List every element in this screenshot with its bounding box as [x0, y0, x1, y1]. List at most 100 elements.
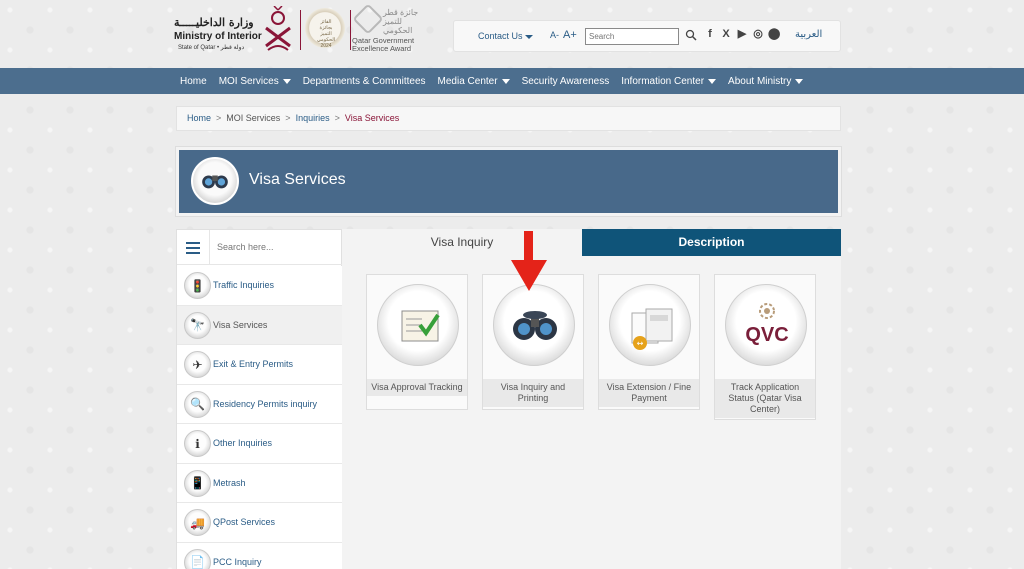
sidebar-item-metrash[interactable]: 📱 Metrash — [177, 463, 343, 503]
svg-text:↔: ↔ — [637, 339, 644, 348]
instagram-icon[interactable]: ◎ — [752, 27, 764, 41]
breadcrumb-moi-services[interactable]: MOI Services — [226, 113, 280, 123]
x-twitter-icon[interactable]: X — [720, 27, 732, 41]
nav-item-label: Security Awareness — [521, 75, 610, 87]
service-card-label: Track Application Status (Qatar Visa Cen… — [715, 379, 815, 418]
sidebar-header: Search here... — [177, 230, 343, 265]
nav-item-label: MOI Services — [218, 75, 279, 87]
contact-us-dropdown[interactable]: Contact Us — [478, 31, 533, 41]
sidebar-item-label: QPost Services — [213, 517, 276, 527]
nav-item-media-center[interactable]: Media Center — [432, 68, 516, 94]
certificate-icon: 📄 — [184, 548, 211, 569]
award-name-en: Qatar Government Excellence Award — [352, 36, 415, 53]
caret-down-icon — [282, 78, 291, 84]
sidebar-item-visa-services[interactable]: 🔭 Visa Services — [177, 305, 343, 345]
menu-icon[interactable] — [177, 230, 210, 265]
logo-divider — [350, 10, 351, 50]
sidebar-item-label: Exit & Entry Permits — [213, 359, 294, 369]
search-input[interactable] — [585, 28, 679, 45]
binoculars-icon — [493, 284, 575, 366]
breadcrumb-current: Visa Services — [344, 113, 400, 123]
sidebar-item-exit-entry-permits[interactable]: ✈ Exit & Entry Permits — [177, 345, 343, 385]
magnifier-card-icon: 🔍 — [184, 390, 211, 418]
sidebar-item-label: Traffic Inquiries — [213, 280, 275, 290]
font-decrease-button[interactable]: A- — [550, 30, 559, 40]
checklist-icon — [377, 284, 459, 366]
social-links: f X ▶ ◎ ⬤ — [704, 27, 780, 45]
nav-item-security-awareness[interactable]: Security Awareness — [516, 68, 616, 94]
nav-item-information-center[interactable]: Information Center — [615, 68, 722, 94]
facebook-icon[interactable]: f — [704, 27, 716, 41]
sidebar-item-other-inquiries[interactable]: ℹ Other Inquiries — [177, 424, 343, 464]
breadcrumb-inquiries-link[interactable]: Inquiries — [296, 113, 330, 123]
nav-item-departments[interactable]: Departments & Committees — [297, 68, 432, 94]
award-diamond-icon — [352, 3, 384, 35]
main-nav: Home MOI Services Departments & Committe… — [0, 68, 1024, 94]
services-panel: Visa Inquiry Description Visa Approval T… — [342, 229, 841, 569]
caret-down-icon — [501, 78, 510, 84]
caret-down-icon — [708, 78, 717, 84]
nav-item-label: Departments & Committees — [302, 75, 426, 87]
service-card-visa-extension-fine[interactable]: ↔ Visa Extension / Fine Payment — [598, 274, 700, 410]
sidebar-item-label: Other Inquiries — [213, 438, 273, 448]
sidebar-search-input[interactable]: Search here... — [217, 242, 274, 252]
utility-bar: Contact Us A- A+ f X ▶ ◎ ⬤ العربية — [453, 20, 841, 52]
nav-item-label: Media Center — [437, 75, 498, 87]
phone-icon: 📱 — [184, 469, 211, 497]
document-payment-icon: ↔ — [609, 284, 691, 366]
binoculars-icon — [191, 157, 239, 205]
font-size-controls: A- A+ — [550, 29, 581, 41]
breadcrumb-separator: > — [285, 113, 291, 123]
service-card-visa-inquiry-printing[interactable]: Visa Inquiry and Printing — [482, 274, 584, 410]
breadcrumb-separator: > — [216, 113, 222, 123]
service-card-visa-approval-tracking[interactable]: Visa Approval Tracking — [366, 274, 468, 410]
breadcrumb: Home > MOI Services > Inquiries > Visa Service… — [176, 106, 841, 131]
sidebar-list: 🚦 Traffic Inquiries 🔭 Visa Services ✈ Ex… — [177, 266, 343, 569]
sidebar-item-traffic-inquiries[interactable]: 🚦 Traffic Inquiries — [177, 266, 343, 306]
logo-divider — [300, 10, 301, 50]
font-increase-button[interactable]: A+ — [563, 29, 577, 41]
breadcrumb-home-link[interactable]: Home — [187, 113, 211, 123]
sidebar-item-label: Visa Services — [213, 319, 268, 330]
page-banner-inner: Visa Services — [179, 150, 838, 213]
site-header: وزارة الداخليـــــة Ministry of Interior… — [0, 0, 1024, 68]
pointer-arrow-shaft — [524, 231, 533, 261]
plane-icon: ✈ — [184, 351, 211, 378]
traffic-light-icon: 🚦 — [184, 272, 211, 299]
binoculars-icon: 🔭 — [184, 311, 211, 339]
moi-logo[interactable]: وزارة الداخليـــــة Ministry of Interior… — [174, 3, 424, 56]
info-icon: ℹ — [184, 430, 211, 457]
language-switch-link[interactable]: العربية — [795, 29, 822, 40]
nav-item-about-ministry[interactable]: About Ministry — [722, 68, 809, 94]
qvc-logo-text: QVC — [745, 324, 789, 346]
nav-item-home[interactable]: Home — [174, 68, 213, 94]
snapchat-icon[interactable]: ⬤ — [768, 27, 780, 41]
youtube-icon[interactable]: ▶ — [736, 27, 748, 41]
service-card-track-application-qvc[interactable]: QVC Track Application Status (Qatar Visa… — [714, 274, 816, 420]
chevron-down-icon — [524, 34, 533, 39]
nav-item-label: Home — [180, 75, 207, 87]
award-name-ar: جائزة قطر للتميز الحكومي — [383, 8, 419, 35]
tab-visa-inquiry[interactable]: Visa Inquiry — [342, 229, 582, 256]
nav-items: Home MOI Services Departments & Committe… — [174, 68, 809, 94]
ministry-name-ar: وزارة الداخليـــــة — [174, 16, 254, 29]
sidebar-item-label: PCC Inquiry — [213, 556, 262, 567]
sidebar-item-qpost-services[interactable]: 🚚 QPost Services — [177, 503, 343, 543]
service-card-label: Visa Approval Tracking — [367, 379, 467, 396]
page-banner: Visa Services — [175, 146, 842, 217]
qvc-logo-icon: QVC — [725, 284, 807, 366]
sidebar-item-label: Metrash — [213, 477, 246, 488]
seal-text: الفائز بجائزة التميز الحكومي 2024 — [316, 19, 336, 49]
sidebar-item-residency-permits[interactable]: 🔍 Residency Permits inquiry — [177, 384, 343, 424]
sidebar-item-label: Residency Permits inquiry — [213, 398, 318, 409]
sidebar-item-pcc-inquiry[interactable]: 📄 PCC Inquiry — [177, 542, 343, 569]
page-title: Visa Services — [249, 171, 346, 188]
search-icon[interactable] — [685, 29, 697, 41]
caret-down-icon — [795, 78, 804, 84]
nav-item-label: About Ministry — [728, 75, 792, 87]
service-card-label: Visa Inquiry and Printing — [483, 379, 583, 407]
pointer-arrow-icon — [511, 260, 547, 291]
tab-description[interactable]: Description — [582, 229, 841, 256]
breadcrumb-separator: > — [334, 113, 340, 123]
nav-item-moi-services[interactable]: MOI Services — [213, 68, 297, 94]
